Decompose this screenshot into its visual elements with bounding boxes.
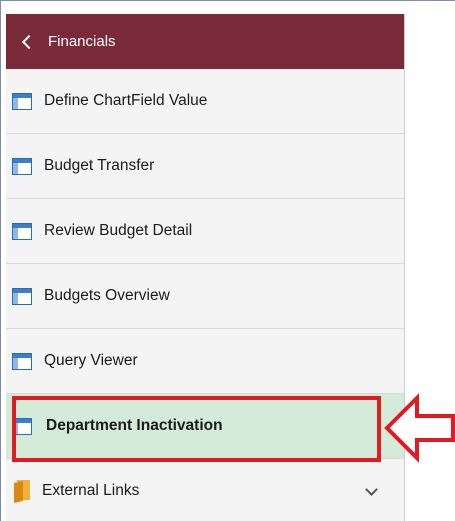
nav-item-label: Review Budget Detail — [44, 222, 193, 239]
nav-item-budgets-overview[interactable]: Budgets Overview — [6, 264, 404, 329]
navigation-panel: Financials Define ChartField Value Budge… — [6, 14, 405, 521]
left-arrow-icon — [384, 393, 455, 463]
window-border-top — [0, 0, 455, 1]
nav-item-label: Budget Transfer — [44, 157, 155, 174]
nav-item-label: Define ChartField Value — [44, 92, 208, 109]
folder-icon — [14, 480, 30, 503]
page-icon — [12, 157, 32, 175]
page-icon — [12, 222, 32, 240]
chevron-left-icon — [21, 34, 37, 49]
nav-item-external-links[interactable]: External Links — [6, 459, 404, 521]
nav-header-label: Financials — [48, 33, 116, 50]
nav-item-label: Query Viewer — [44, 352, 138, 369]
page: Financials Define ChartField Value Budge… — [0, 0, 455, 521]
nav-list: Define ChartField Value Budget Transfer … — [6, 69, 404, 521]
window-border-left — [0, 0, 1, 521]
nav-item-department-inactivation[interactable]: Department Inactivation — [6, 394, 404, 459]
chevron-down-icon[interactable] — [365, 483, 378, 496]
nav-item-label: External Links — [42, 482, 140, 499]
nav-item-label: Budgets Overview — [44, 287, 170, 304]
page-icon — [12, 417, 32, 435]
back-to-financials-button[interactable]: Financials — [6, 14, 404, 69]
page-icon — [12, 352, 32, 370]
page-icon — [12, 287, 32, 305]
nav-item-define-chartfield-value[interactable]: Define ChartField Value — [6, 69, 404, 134]
page-icon — [12, 92, 32, 110]
nav-item-label: Department Inactivation — [46, 417, 223, 434]
nav-item-review-budget-detail[interactable]: Review Budget Detail — [6, 199, 404, 264]
nav-item-budget-transfer[interactable]: Budget Transfer — [6, 134, 404, 199]
nav-item-query-viewer[interactable]: Query Viewer — [6, 329, 404, 394]
